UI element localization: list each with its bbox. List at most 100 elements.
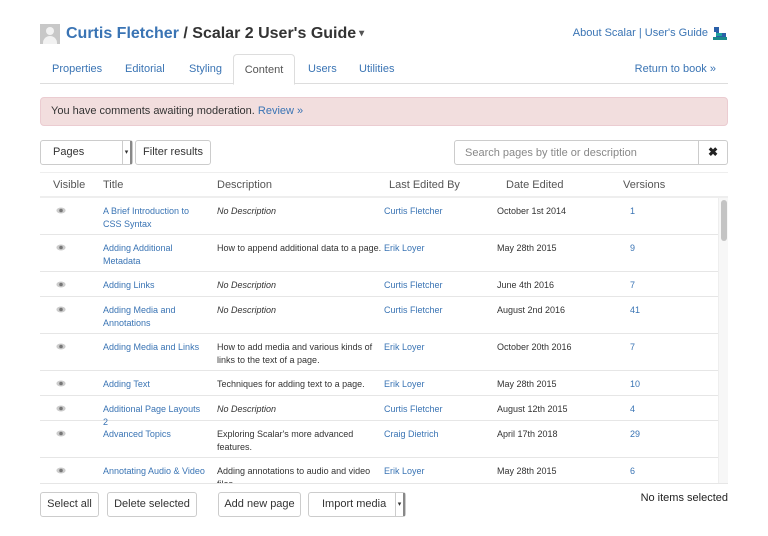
eye-icon[interactable] (56, 205, 70, 218)
tab-editorial[interactable]: Editorial (125, 54, 165, 84)
editor-link[interactable]: Curtis Fletcher (384, 279, 484, 292)
table-row[interactable]: Additional Page Layouts 2 No Description… (40, 396, 718, 427)
import-media-select[interactable]: Import media ▾ (308, 492, 406, 517)
table-bottom-divider (40, 483, 728, 484)
import-media-label: Import media (322, 498, 387, 510)
date-edited: October 1st 2014 (497, 206, 567, 216)
page-description: Exploring Scalar's more advanced feature… (217, 429, 354, 452)
user-name-link[interactable]: Curtis Fletcher (66, 25, 179, 42)
clear-search-icon[interactable]: ✖ (698, 141, 727, 164)
eye-icon[interactable] (56, 279, 70, 292)
avatar-body (43, 36, 57, 44)
versions-link[interactable]: 6 (630, 465, 670, 478)
scalar-logo-icon[interactable] (712, 26, 728, 40)
alert-message: You have comments awaiting moderation. (51, 105, 258, 117)
eye-icon[interactable] (56, 378, 70, 391)
page-description: How to append additional data to a page. (217, 243, 382, 253)
editor-link[interactable]: Curtis Fletcher (384, 403, 484, 416)
chevron-down-icon: ▾ (122, 141, 132, 164)
avatar[interactable] (40, 24, 60, 44)
table-row[interactable]: Adding Links No Description Curtis Fletc… (40, 272, 718, 297)
column-versions[interactable]: Versions (623, 173, 665, 197)
table-row[interactable]: Adding Text Techniques for adding text t… (40, 371, 718, 396)
eye-icon[interactable] (56, 403, 70, 416)
editor-link[interactable]: Erik Loyer (384, 378, 484, 391)
content-type-select[interactable]: Pages ▾ (40, 140, 133, 165)
table-row[interactable]: Advanced Topics Exploring Scalar's more … (40, 421, 718, 458)
page-title-link[interactable]: Adding Media and Links (103, 341, 207, 354)
tab-bar: Properties Editorial Styling Content Use… (40, 54, 728, 85)
search-input[interactable] (455, 141, 699, 164)
about-scalar-link[interactable]: About Scalar (573, 27, 636, 39)
date-edited: August 12th 2015 (497, 404, 568, 414)
versions-link[interactable]: 9 (630, 242, 670, 255)
table-row[interactable]: Adding Additional Metadata How to append… (40, 235, 718, 272)
tab-content[interactable]: Content (233, 54, 295, 85)
page-title-link[interactable]: Adding Media and Annotations (103, 304, 207, 330)
tab-utilities[interactable]: Utilities (359, 54, 394, 84)
table-row[interactable]: Adding Media and Links How to add media … (40, 334, 718, 371)
select-all-button[interactable]: Select all (40, 492, 99, 517)
filter-results-button[interactable]: Filter results (135, 140, 211, 165)
page-title-link[interactable]: Adding Links (103, 279, 207, 292)
table-row[interactable]: Annotating Audio & Video Adding annotati… (40, 458, 718, 483)
page-description: Adding annotations to audio and video fi… (217, 466, 371, 483)
page-description: No Description (217, 206, 277, 216)
column-date-edited[interactable]: Date Edited (506, 173, 563, 197)
column-title[interactable]: Title (103, 173, 123, 197)
table-scrollbar[interactable] (718, 198, 728, 483)
chevron-down-icon[interactable]: ▾ (359, 28, 364, 39)
editor-link[interactable]: Craig Dietrich (384, 428, 484, 441)
page-description: No Description (217, 280, 277, 290)
tab-styling[interactable]: Styling (189, 54, 222, 84)
scrollbar-thumb[interactable] (721, 200, 727, 241)
date-edited: May 28th 2015 (497, 243, 557, 253)
book-title[interactable]: Scalar 2 User's Guide (192, 25, 356, 42)
editor-link[interactable]: Erik Loyer (384, 242, 484, 255)
table-row[interactable]: Adding Media and Annotations No Descript… (40, 297, 718, 334)
versions-link[interactable]: 7 (630, 279, 670, 292)
versions-link[interactable]: 41 (630, 304, 670, 317)
page-title-link[interactable]: Advanced Topics (103, 428, 207, 441)
table-header: Visible Title Description Last Edited By… (40, 172, 728, 198)
editor-link[interactable]: Erik Loyer (384, 465, 484, 478)
add-new-page-button[interactable]: Add new page (218, 492, 301, 517)
links-separator: | (635, 27, 645, 39)
page-title-link[interactable]: Annotating Audio & Video (103, 465, 207, 478)
eye-icon[interactable] (56, 242, 70, 255)
tab-properties[interactable]: Properties (52, 54, 102, 84)
eye-icon[interactable] (56, 304, 70, 317)
date-edited: May 28th 2015 (497, 466, 557, 476)
editor-link[interactable]: Erik Loyer (384, 341, 484, 354)
moderation-alert: You have comments awaiting moderation. R… (40, 97, 728, 126)
editor-link[interactable]: Curtis Fletcher (384, 205, 484, 218)
page-title-link[interactable]: A Brief Introduction to CSS Syntax (103, 205, 207, 231)
page-title-link[interactable]: Adding Text (103, 378, 207, 391)
users-guide-link[interactable]: User's Guide (645, 27, 708, 39)
editor-link[interactable]: Curtis Fletcher (384, 304, 484, 317)
eye-icon[interactable] (56, 341, 70, 354)
versions-link[interactable]: 1 (630, 205, 670, 218)
versions-link[interactable]: 7 (630, 341, 670, 354)
chevron-down-icon: ▾ (395, 493, 405, 516)
versions-link[interactable]: 10 (630, 378, 670, 391)
tab-users[interactable]: Users (308, 54, 337, 84)
column-visible[interactable]: Visible (53, 173, 85, 197)
column-description[interactable]: Description (217, 173, 272, 197)
versions-link[interactable]: 29 (630, 428, 670, 441)
return-to-book-link[interactable]: Return to book » (635, 54, 716, 84)
date-edited: May 28th 2015 (497, 379, 557, 389)
pages-table: A Brief Introduction to CSS Syntax No De… (40, 198, 728, 483)
header: Curtis Fletcher / Scalar 2 User's Guide ▾… (40, 23, 728, 47)
date-edited: April 17th 2018 (497, 429, 558, 439)
review-link[interactable]: Review » (258, 105, 303, 117)
versions-link[interactable]: 4 (630, 403, 670, 416)
eye-icon[interactable] (56, 465, 70, 478)
table-row[interactable]: A Brief Introduction to CSS Syntax No De… (40, 198, 718, 235)
column-last-edited-by[interactable]: Last Edited By (389, 173, 460, 197)
page-description: No Description (217, 404, 277, 414)
delete-selected-button[interactable]: Delete selected (107, 492, 197, 517)
date-edited: June 4th 2016 (497, 280, 555, 290)
eye-icon[interactable] (56, 428, 70, 441)
page-title-link[interactable]: Adding Additional Metadata (103, 242, 207, 268)
